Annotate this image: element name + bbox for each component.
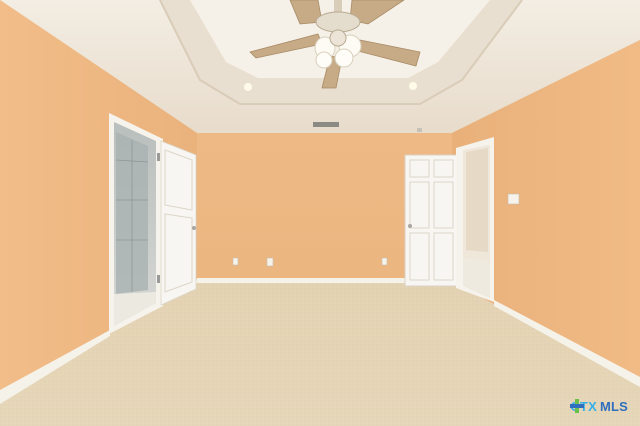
fan-center-cap — [329, 29, 347, 47]
left-door-knob — [192, 226, 196, 230]
recessed-light-right — [409, 82, 417, 90]
right-doorway-back-wall — [466, 148, 488, 252]
mls-watermark: CTXMLS — [570, 399, 628, 414]
right-door-knob — [408, 224, 412, 228]
recessed-light-left — [244, 83, 252, 91]
fan-light-globe-3 — [334, 48, 354, 68]
fan-motor-housing — [315, 11, 361, 33]
ceiling-sprinkler — [417, 128, 422, 132]
fan-light-globe-4 — [315, 51, 333, 69]
right-door-slab — [404, 154, 459, 287]
left-doorway — [109, 113, 163, 334]
right-doorway — [456, 137, 494, 302]
outlet-back-left — [232, 257, 239, 266]
room-photo: CTXMLS — [0, 0, 640, 426]
ctx-cross-logo-icon — [570, 399, 585, 413]
left-door-hinge-bottom — [157, 275, 160, 283]
room-illustration — [0, 0, 640, 426]
air-vent — [313, 122, 339, 127]
left-door-slab — [160, 140, 197, 306]
watermark-mls: MLS — [599, 399, 628, 414]
right-door — [404, 154, 459, 287]
light-switch — [507, 193, 520, 205]
outlet-back-center — [266, 257, 274, 267]
outlet-back-right — [381, 257, 388, 266]
left-door — [157, 140, 197, 306]
left-door-hinge-top — [157, 153, 160, 161]
